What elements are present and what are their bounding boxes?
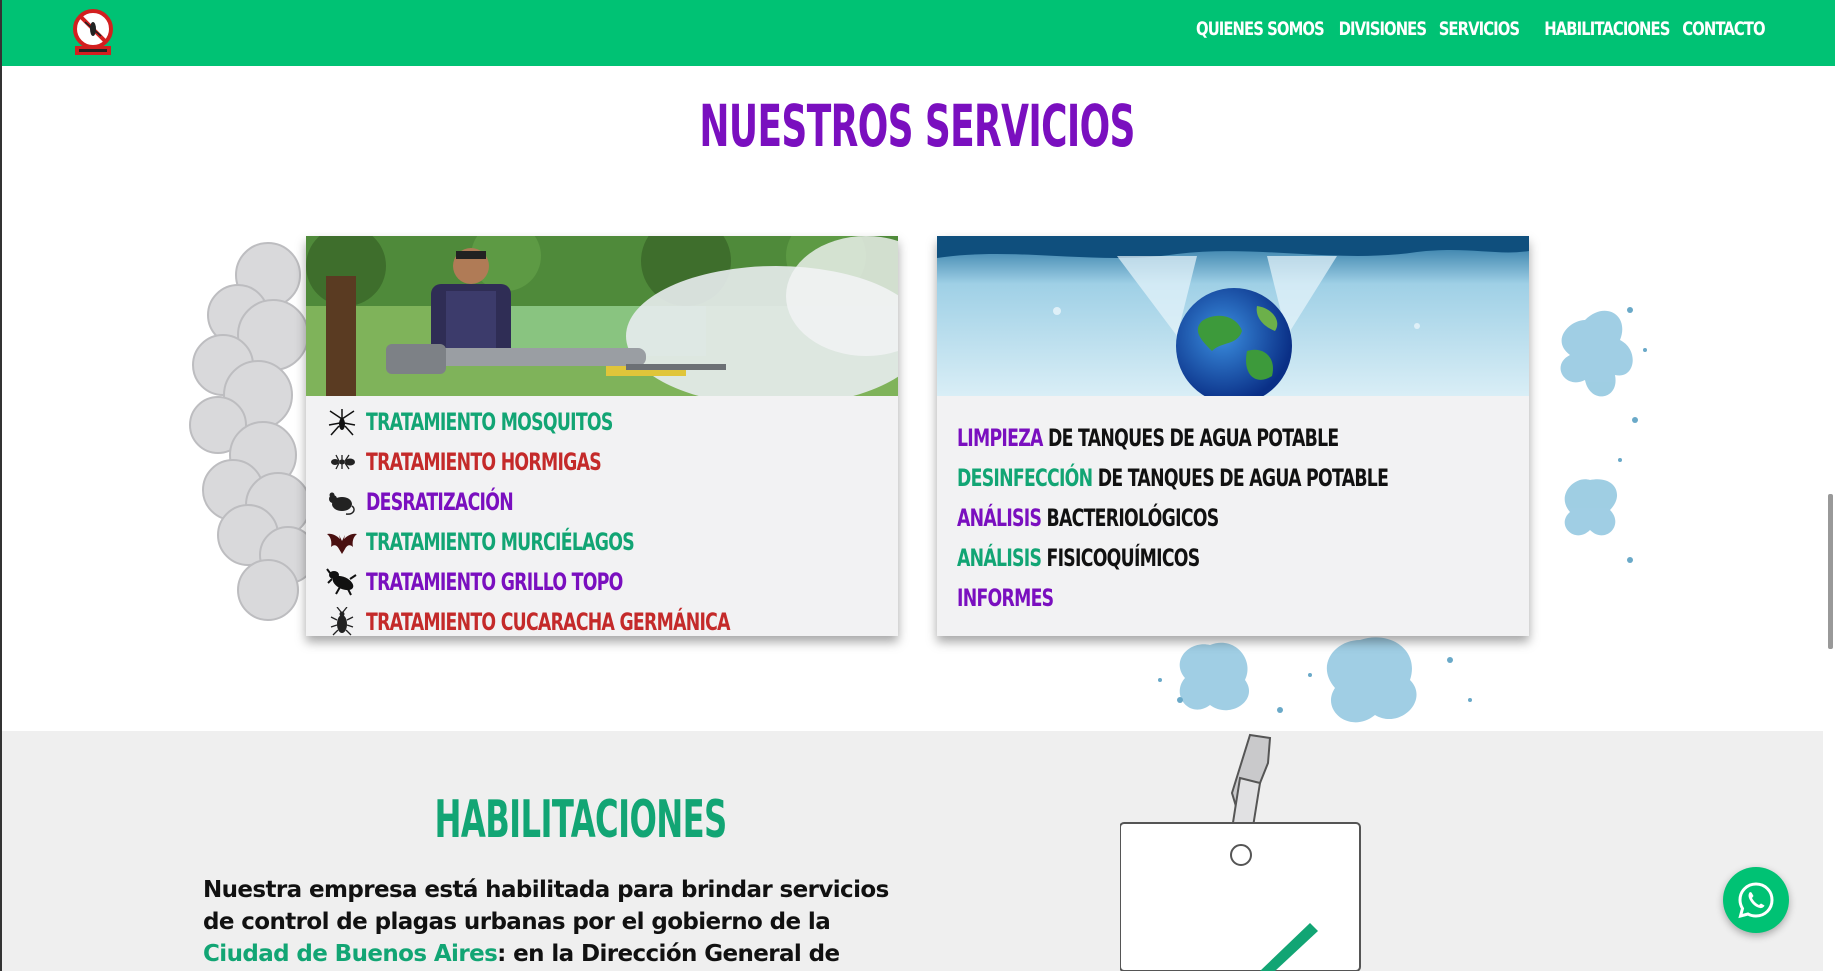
nav-quienes-somos[interactable]: QUIENES SOMOS [1196, 18, 1325, 40]
service-label: DESRATIZACIÓN [366, 488, 514, 516]
top-navbar: QUIENES SOMOS DIVISIONES SERVICIOS HABIL… [0, 0, 1835, 66]
list-item[interactable]: ANÁLISIS FISICOQUÍMICOS [957, 538, 1529, 578]
service-accent: INFORMES [957, 584, 1054, 612]
cockroach-icon [326, 606, 358, 638]
list-item[interactable]: TRATAMIENTO MOSQUITOS [326, 402, 898, 442]
service-accent: ANÁLISIS [957, 504, 1042, 532]
habilitaciones-title: HABILITACIONES [434, 790, 728, 850]
pest-services-list: TRATAMIENTO MOSQUITOS TRATAMIENTO HORMIG… [306, 396, 898, 642]
service-label: BACTERIOLÓGICOS [1041, 504, 1220, 532]
service-label: TRATAMIENTO HORMIGAS [366, 448, 602, 476]
service-label: TRATAMIENTO MURCIÉLAGOS [366, 528, 635, 556]
servicios-title: NUESTROS SERVICIOS [699, 92, 1136, 160]
nav-habilitaciones[interactable]: HABILITACIONES [1544, 18, 1670, 40]
service-accent: ANÁLISIS [957, 544, 1042, 572]
service-label: TRATAMIENTO MOSQUITOS [366, 408, 613, 436]
rat-icon [326, 486, 358, 518]
ant-icon [326, 446, 358, 478]
service-accent: LIMPIEZA [957, 424, 1043, 452]
whatsapp-icon [1738, 882, 1774, 919]
service-label: TRATAMIENTO GRILLO TOPO [366, 568, 623, 596]
mosquito-icon [326, 406, 358, 438]
list-item[interactable]: TRATAMIENTO GRILLO TOPO [326, 562, 898, 602]
service-label: DE TANQUES DE AGUA POTABLE [1092, 464, 1389, 492]
worker-fumigating-photo [306, 236, 898, 396]
list-item[interactable]: LIMPIEZA DE TANQUES DE AGUA POTABLE [957, 418, 1529, 458]
list-item[interactable]: INFORMES [957, 578, 1529, 618]
description-text: Nuestra empresa está habilitada para bri… [203, 877, 889, 935]
water-services-list: LIMPIEZA DE TANQUES DE AGUA POTABLE DESI… [937, 396, 1529, 618]
id-badge-clip-icon [1119, 733, 1362, 971]
list-item[interactable]: DESINFECCIÓN DE TANQUES DE AGUA POTABLE [957, 458, 1529, 498]
scrollbar-thumb[interactable] [1828, 494, 1833, 649]
bat-icon [326, 526, 358, 558]
nav-servicios[interactable]: SERVICIOS [1438, 18, 1519, 40]
nav-contacto[interactable]: CONTACTO [1683, 18, 1766, 40]
no-mosquito-logo[interactable] [70, 8, 116, 56]
nav-divisiones[interactable]: DIVISIONES [1338, 18, 1426, 40]
service-label: DE TANQUES DE AGUA POTABLE [1042, 424, 1339, 452]
service-label: FISICOQUÍMICOS [1041, 544, 1201, 572]
water-services-card: LIMPIEZA DE TANQUES DE AGUA POTABLE DESI… [937, 236, 1529, 636]
scrollbar[interactable] [1823, 66, 1835, 971]
pest-services-card: TRATAMIENTO MOSQUITOS TRATAMIENTO HORMIG… [306, 236, 898, 636]
page-frame-line [0, 66, 2, 731]
service-label: TRATAMIENTO CUCARACHA GERMÁNICA [366, 608, 731, 636]
mole-cricket-icon [326, 566, 358, 598]
whatsapp-button[interactable] [1723, 867, 1789, 933]
list-item[interactable]: DESRATIZACIÓN [326, 482, 898, 522]
list-item[interactable]: TRATAMIENTO MURCIÉLAGOS [326, 522, 898, 562]
list-item[interactable]: ANÁLISIS BACTERIOLÓGICOS [957, 498, 1529, 538]
globe-splashing-water-photo [937, 236, 1529, 396]
ciudad-buenos-aires-link[interactable]: Ciudad de Buenos Aires [203, 941, 498, 967]
main-nav: QUIENES SOMOS DIVISIONES SERVICIOS HABIL… [1160, 18, 1766, 40]
list-item[interactable]: TRATAMIENTO HORMIGAS [326, 442, 898, 482]
list-item[interactable]: TRATAMIENTO CUCARACHA GERMÁNICA [326, 602, 898, 642]
habilitaciones-description: Nuestra empresa está habilitada para bri… [203, 874, 923, 971]
service-accent: DESINFECCIÓN [957, 464, 1093, 492]
